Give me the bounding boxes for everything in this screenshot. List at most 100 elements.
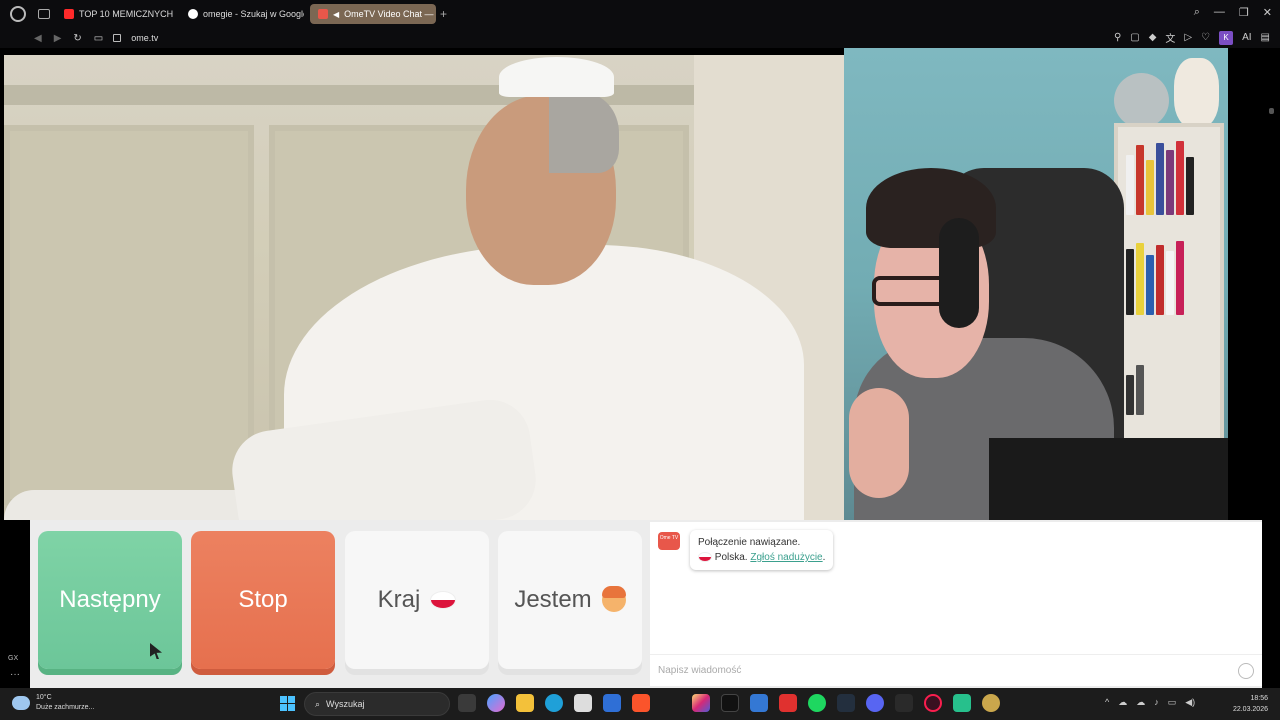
reload-icon[interactable]: ↻ — [73, 33, 81, 44]
gx-label[interactable]: GX — [8, 655, 18, 662]
ometv-logo: Ome TV — [658, 532, 680, 550]
tab-label: TOP 10 MEMICZNYCH PO — [79, 9, 174, 19]
book — [1136, 243, 1144, 315]
speaker-icon[interactable]: ◀ — [333, 10, 339, 19]
youtube-favicon-icon — [64, 9, 74, 19]
reader-icon[interactable]: ▤ — [1261, 32, 1270, 43]
amazon-icon[interactable] — [837, 694, 855, 712]
close-button[interactable]: ✕ — [1263, 6, 1272, 19]
weather-temp: 10°C — [36, 694, 52, 701]
tab-youtube[interactable]: TOP 10 MEMICZNYCH PO — [56, 4, 174, 24]
tab-ometv[interactable]: ◀ OmeTV Video Chat — — [310, 4, 436, 24]
camera-icon[interactable]: ▭ — [94, 33, 103, 44]
translate-icon[interactable]: 文 — [1165, 30, 1175, 45]
wps-icon[interactable] — [779, 694, 797, 712]
book — [1166, 251, 1174, 315]
spotify-icon[interactable] — [808, 694, 826, 712]
pin-icon[interactable]: ⚲ — [1114, 32, 1121, 43]
heart-icon[interactable]: ♡ — [1201, 32, 1210, 43]
gender-button[interactable]: Jestem — [498, 531, 642, 669]
book — [1146, 160, 1154, 215]
calculator-icon[interactable] — [750, 694, 768, 712]
microphone-icon[interactable]: ♪ — [1154, 697, 1159, 708]
shelf-row — [1126, 337, 1220, 415]
game-icon[interactable] — [953, 694, 971, 712]
app-icon[interactable] — [982, 694, 1000, 712]
chevron-up-icon[interactable]: ^ — [1105, 697, 1109, 708]
epic-games-icon[interactable] — [895, 694, 913, 712]
book — [1176, 241, 1184, 315]
start-button[interactable] — [280, 696, 295, 711]
lock-icon[interactable] — [113, 34, 122, 42]
scrollbar-thumb[interactable] — [1269, 108, 1274, 114]
file-explorer-icon[interactable] — [516, 694, 534, 712]
snapshot-icon[interactable]: ▢ — [1130, 32, 1139, 43]
search-tabs-icon[interactable]: ⌕ — [1194, 6, 1200, 19]
display-icon[interactable]: ▭ — [1168, 697, 1177, 708]
country-text: Polska. — [714, 552, 748, 563]
windows-taskbar: 10°C Duże zachmurze... ⌕ Wyszukaj ^ ☁ ☁ — [0, 688, 1280, 720]
opera-menu-icon[interactable] — [10, 6, 26, 22]
cloud-sync-icon[interactable]: ☁ — [1118, 697, 1127, 708]
weather-text: 10°C Duże zachmurze... — [36, 693, 94, 713]
copilot-icon[interactable] — [487, 694, 505, 712]
control-panel: Następny Stop Kraj Jestem Ome TV Połącze… — [30, 520, 1262, 688]
stop-button[interactable]: Stop — [191, 531, 335, 669]
clock-date: 22.03.2026 — [1232, 706, 1268, 713]
url-field[interactable]: ome.tv — [131, 33, 158, 43]
brave-icon[interactable] — [632, 694, 650, 712]
message-input-placeholder: Napisz wiadomość — [658, 665, 742, 676]
shield-icon[interactable]: ◆ — [1149, 32, 1157, 43]
opera-gx-icon[interactable] — [924, 694, 942, 712]
message-input[interactable]: Napisz wiadomość — [650, 654, 1262, 686]
weather-widget[interactable]: 10°C Duże zachmurze... — [12, 693, 94, 713]
next-button[interactable]: Następny — [38, 531, 182, 669]
profile-avatar[interactable]: K — [1219, 30, 1234, 45]
headphones — [939, 218, 979, 328]
report-abuse-link[interactable]: Zgłoś nadużycie — [750, 552, 822, 563]
period-text: . — [822, 552, 826, 563]
taskbar-search[interactable]: ⌕ Wyszukaj — [304, 692, 450, 716]
windows-logo-tile — [280, 704, 287, 711]
task-view-icon[interactable] — [458, 694, 476, 712]
edge-icon[interactable] — [545, 694, 563, 712]
windows-logo-tile — [288, 696, 295, 703]
cloud-icon — [12, 696, 30, 710]
stop-label: Stop — [238, 586, 288, 613]
mouse-cursor-icon — [150, 643, 162, 659]
maximize-button[interactable]: ❐ — [1239, 6, 1249, 19]
onedrive-icon[interactable]: ☁ — [1136, 697, 1145, 708]
mail-icon[interactable] — [603, 694, 621, 712]
book — [1126, 155, 1134, 215]
address-bar: ◀ ▶ ↻ ▭ ome.tv ⚲ ▢ ◆ 文 ▷ ♡ K AI ▤ — [0, 28, 1280, 48]
country-button[interactable]: Kraj — [345, 531, 489, 669]
instagram-icon[interactable] — [692, 694, 710, 712]
emoji-icon[interactable] — [1238, 663, 1254, 679]
google-favicon-icon — [188, 9, 198, 19]
tab-google[interactable]: omegie - Szukaj w Google — [180, 4, 304, 24]
book — [1156, 143, 1164, 215]
aria-ai-button[interactable]: AI — [1242, 32, 1251, 43]
tiktok-icon[interactable] — [721, 694, 739, 712]
back-icon[interactable]: ◀ — [34, 33, 42, 44]
minimize-button[interactable]: — — [1214, 6, 1225, 19]
forward-icon[interactable]: ▶ — [54, 33, 62, 44]
clock[interactable]: 18:56 22.03.2026 — [1233, 693, 1268, 715]
chat-panel: Ome TV Połączenie nawiązane. Polska. Zgł… — [650, 522, 1262, 686]
more-options-icon[interactable]: ··· — [10, 669, 20, 680]
person-hair — [549, 93, 619, 173]
new-tab-button[interactable]: + — [440, 7, 447, 21]
discord-icon[interactable] — [866, 694, 884, 712]
clock-time: 18:56 — [1250, 695, 1268, 702]
search-icon: ⌕ — [315, 698, 321, 709]
country-line: Polska. Zgłoś nadużycie. — [698, 550, 825, 565]
system-message: Połączenie nawiązane. Polska. Zgłoś nadu… — [690, 530, 834, 570]
taskbar-apps — [458, 694, 1000, 712]
tab-islands-icon[interactable] — [38, 9, 50, 19]
windows-logo-tile — [280, 696, 287, 703]
book — [1126, 375, 1134, 415]
volume-icon[interactable]: ◀) — [1185, 697, 1195, 708]
play-icon[interactable]: ▷ — [1184, 32, 1192, 43]
store-icon[interactable] — [574, 694, 592, 712]
